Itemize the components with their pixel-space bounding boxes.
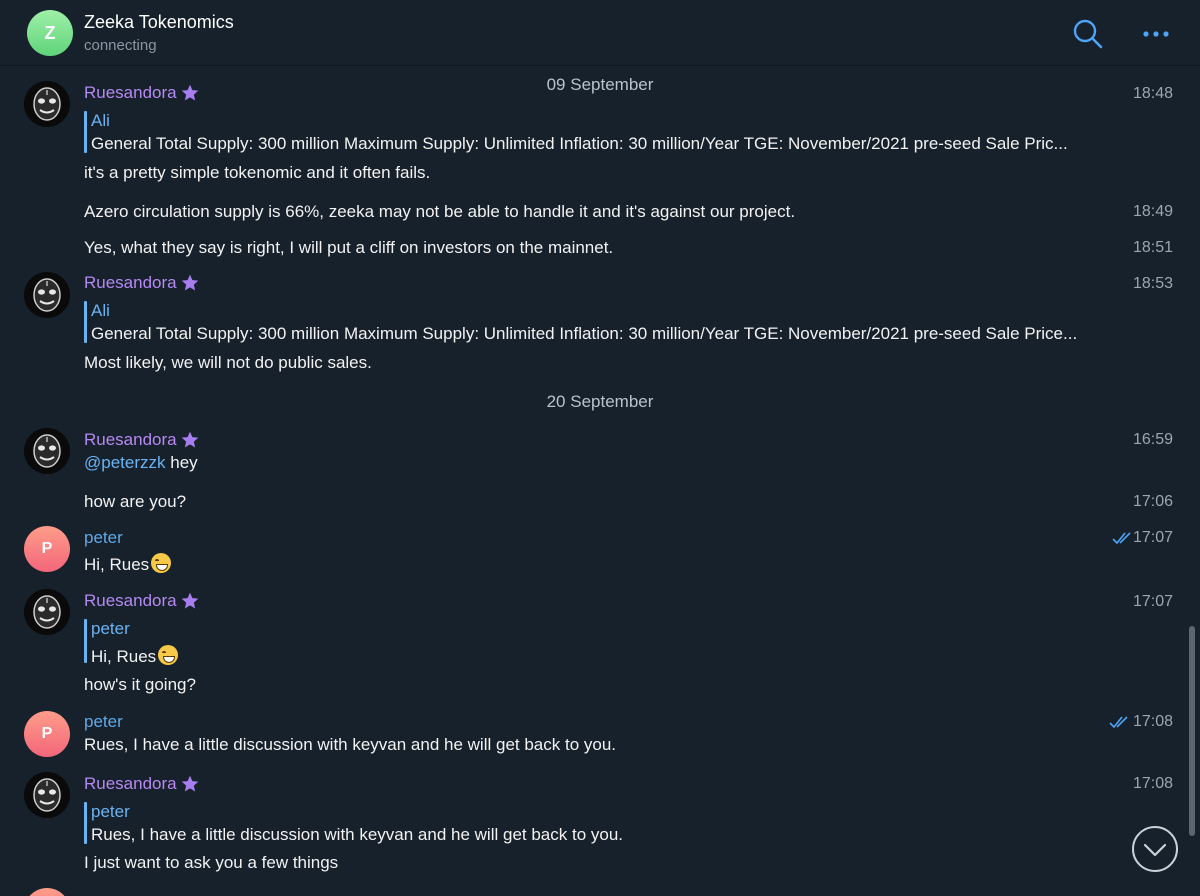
message-time: 18:53	[1132, 275, 1173, 292]
sender-name[interactable]: Ruesandora	[84, 591, 177, 611]
sender-name[interactable]: peter	[84, 712, 123, 732]
reply-accent-bar	[84, 301, 87, 343]
reply-author[interactable]: Ali	[91, 111, 110, 131]
message-time: 17:07	[1132, 593, 1173, 610]
reply-body: Hi, Rues	[91, 647, 157, 666]
scrollbar-thumb[interactable]	[1189, 626, 1195, 836]
avatar[interactable]	[24, 428, 70, 474]
chat-avatar[interactable]: Z	[27, 10, 73, 56]
reply-author[interactable]: Ali	[91, 301, 110, 321]
message-text: Yes, what they say is right, I will put …	[84, 238, 614, 257]
message-body: Hi, Rues	[84, 555, 150, 574]
message-time: 17:08	[1132, 713, 1173, 730]
star-icon	[181, 431, 199, 448]
message-text: Most likely, we will not do public sales…	[84, 353, 372, 372]
grinning-emoji-icon	[158, 645, 179, 665]
message-text: how are you?	[84, 492, 187, 511]
message-time: 18:51	[1132, 239, 1173, 256]
avatar[interactable]	[24, 772, 70, 818]
message-text: @peterzzk hey	[84, 453, 198, 473]
reply-author[interactable]: peter	[91, 619, 130, 639]
more-icon[interactable]	[1138, 20, 1174, 48]
message-list[interactable]: 09 September Ruesandora 18:48 Ali Genera…	[0, 66, 1200, 896]
connection-status: connecting	[84, 37, 157, 54]
message-time: 17:06	[1132, 493, 1173, 510]
reply-preview[interactable]: Rues, I have a little discussion with ke…	[91, 825, 623, 845]
reply-accent-bar	[84, 619, 87, 663]
sender-name[interactable]: Ruesandora	[84, 774, 177, 794]
reply-accent-bar	[84, 802, 87, 844]
double-check-icon	[1112, 532, 1131, 545]
message-text: Azero circulation supply is 66%, zeeka m…	[84, 202, 796, 221]
avatar[interactable]	[24, 589, 70, 635]
scroll-to-bottom-button[interactable]	[1132, 826, 1178, 872]
reply-preview[interactable]: General Total Supply: 300 million Maximu…	[91, 134, 1068, 154]
mention-link[interactable]: @peterzzk	[84, 453, 166, 472]
message-text: Rues, I have a little discussion with ke…	[84, 735, 617, 754]
reply-accent-bar	[84, 111, 87, 153]
star-icon	[181, 592, 199, 609]
message-text: it's a pretty simple tokenomic and it of…	[84, 163, 431, 182]
avatar[interactable]	[24, 81, 70, 127]
star-icon	[181, 775, 199, 792]
masked-face-icon	[24, 772, 70, 818]
sender-name[interactable]: peter	[84, 528, 123, 548]
message-time: 17:08	[1132, 775, 1173, 792]
chevron-down-icon	[1143, 843, 1167, 857]
chat-title[interactable]: Zeeka Tokenomics	[84, 12, 234, 33]
message-body: hey	[165, 453, 198, 472]
avatar[interactable]	[24, 272, 70, 318]
sender-name[interactable]: Ruesandora	[84, 430, 177, 450]
message-text: how's it going?	[84, 675, 196, 694]
masked-face-icon	[24, 272, 70, 318]
masked-face-icon	[24, 589, 70, 635]
avatar[interactable]: P	[24, 711, 70, 757]
message-text: I just want to ask you a few things	[84, 853, 339, 872]
message-time: 18:48	[1132, 85, 1173, 102]
sender-name[interactable]: Ruesandora	[84, 273, 177, 293]
avatar[interactable]	[24, 888, 70, 896]
reply-author[interactable]: peter	[91, 802, 130, 822]
message-time: 18:49	[1132, 203, 1173, 220]
search-icon[interactable]	[1072, 18, 1104, 50]
chat-header: Z Zeeka Tokenomics connecting	[0, 0, 1200, 66]
star-icon	[181, 274, 199, 291]
message-time: 17:07	[1132, 529, 1173, 546]
reply-preview[interactable]: Hi, Rues	[91, 645, 179, 667]
message-time: 16:59	[1132, 431, 1173, 448]
date-separator: 20 September	[546, 392, 654, 411]
avatar[interactable]: P	[24, 526, 70, 572]
reply-preview[interactable]: General Total Supply: 300 million Maximu…	[91, 324, 1077, 344]
masked-face-icon	[24, 81, 70, 127]
message-text: Hi, Rues	[84, 553, 172, 575]
star-icon	[181, 84, 199, 101]
masked-face-icon	[24, 428, 70, 474]
grinning-emoji-icon	[151, 553, 172, 573]
double-check-icon	[1109, 716, 1128, 729]
sender-name[interactable]: Ruesandora	[84, 83, 177, 103]
